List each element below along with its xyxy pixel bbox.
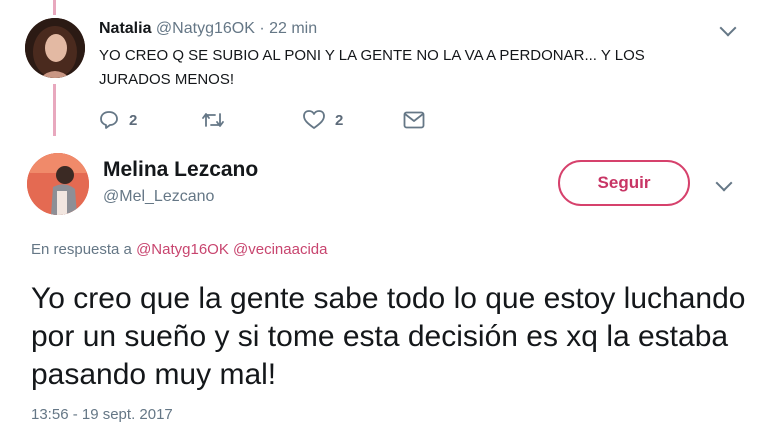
mention-link[interactable]: @vecinaacida xyxy=(233,241,327,258)
tweet-time[interactable]: 22 min xyxy=(269,20,317,37)
tweet-text: YO CREO Q SE SUBIO AL PONI Y LA GENTE NO… xyxy=(99,47,645,88)
author-handle[interactable]: @Mel_Lezcano xyxy=(103,188,214,206)
reply-prefix: En respuesta a xyxy=(31,241,132,258)
tweet-timestamp[interactable]: 13:56 - 19 sept. 2017 xyxy=(31,406,173,423)
like-button[interactable]: 2 xyxy=(303,108,343,132)
follow-button[interactable]: Seguir xyxy=(558,160,690,206)
reply-count: 2 xyxy=(129,111,138,129)
tweet-text: Yo creo que la gente sabe todo lo que es… xyxy=(31,282,746,391)
retweet-button[interactable] xyxy=(201,108,225,132)
avatar[interactable] xyxy=(27,153,89,215)
mention-link[interactable]: @Natyg16OK xyxy=(136,241,229,258)
author-name[interactable]: Natalia xyxy=(99,20,151,37)
reply-button[interactable]: 2 xyxy=(99,108,137,132)
avatar-photo xyxy=(27,153,89,215)
dm-button[interactable] xyxy=(403,108,425,132)
tweet-header: Natalia @Natyg16OK · 22 min xyxy=(99,19,317,39)
like-count: 2 xyxy=(335,111,344,129)
envelope-icon xyxy=(403,111,425,129)
avatar[interactable] xyxy=(25,18,85,78)
heart-icon xyxy=(303,110,325,129)
reply-icon xyxy=(100,111,118,129)
thread-line-top xyxy=(53,0,56,15)
chevron-down-icon[interactable] xyxy=(719,19,737,37)
author-handle[interactable]: @Natyg16OK xyxy=(156,20,255,37)
separator: · xyxy=(259,20,265,37)
chevron-down-icon[interactable] xyxy=(715,174,733,192)
avatar-photo xyxy=(25,18,85,78)
retweet-icon xyxy=(202,113,224,127)
reply-context: En respuesta a @Natyg16OK @vecinaacida xyxy=(31,241,327,258)
author-name[interactable]: Melina Lezcano xyxy=(103,158,258,182)
thread-line-bottom xyxy=(53,84,56,136)
